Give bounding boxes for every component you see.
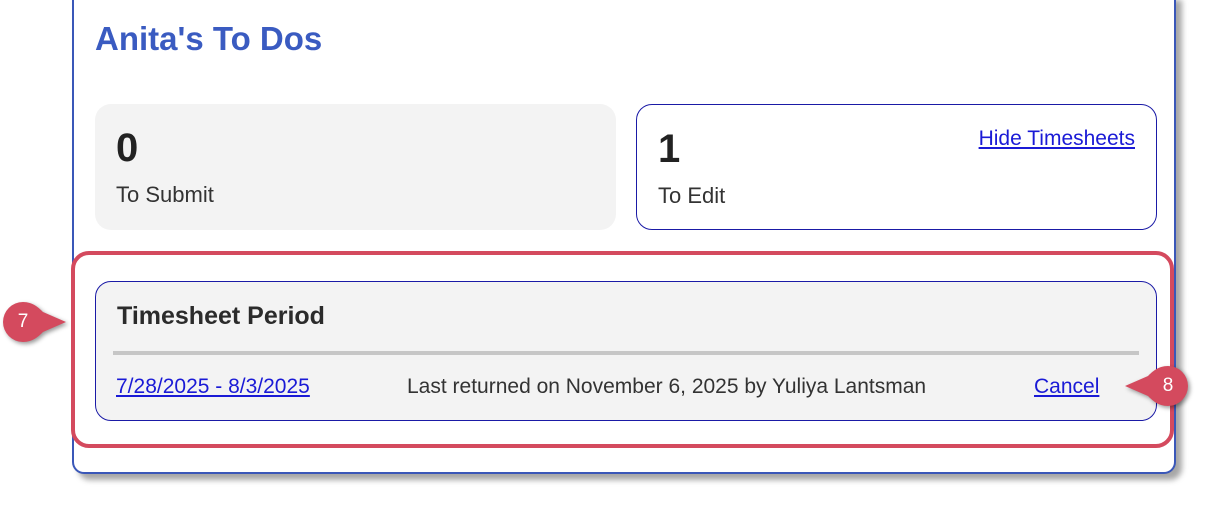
callout-7-number: 7	[17, 311, 29, 332]
to-edit-card[interactable]: 1 To Edit Hide Timesheets	[636, 104, 1157, 230]
callout-7-marker: 7	[3, 302, 69, 342]
timesheet-status-text: Last returned on November 6, 2025 by Yul…	[407, 375, 927, 398]
timesheet-date-range-link[interactable]: 7/28/2025 - 8/3/2025	[116, 375, 310, 399]
section-divider	[113, 351, 1139, 355]
hide-timesheets-link[interactable]: Hide Timesheets	[979, 127, 1135, 151]
to-edit-count: 1	[658, 127, 681, 171]
page-title: Anita's To Dos	[95, 20, 323, 57]
timesheet-period-section: Timesheet Period 7/28/2025 - 8/3/2025 La…	[95, 281, 1157, 421]
timesheet-period-heading: Timesheet Period	[117, 302, 325, 330]
cancel-link[interactable]: Cancel	[1034, 375, 1099, 399]
callout-8-number: 8	[1162, 375, 1174, 396]
to-submit-label: To Submit	[116, 182, 214, 207]
callout-8-marker: 8	[1122, 366, 1188, 406]
to-submit-card[interactable]: 0 To Submit	[95, 104, 616, 230]
to-submit-count: 0	[116, 126, 139, 170]
to-edit-label: To Edit	[658, 183, 726, 208]
